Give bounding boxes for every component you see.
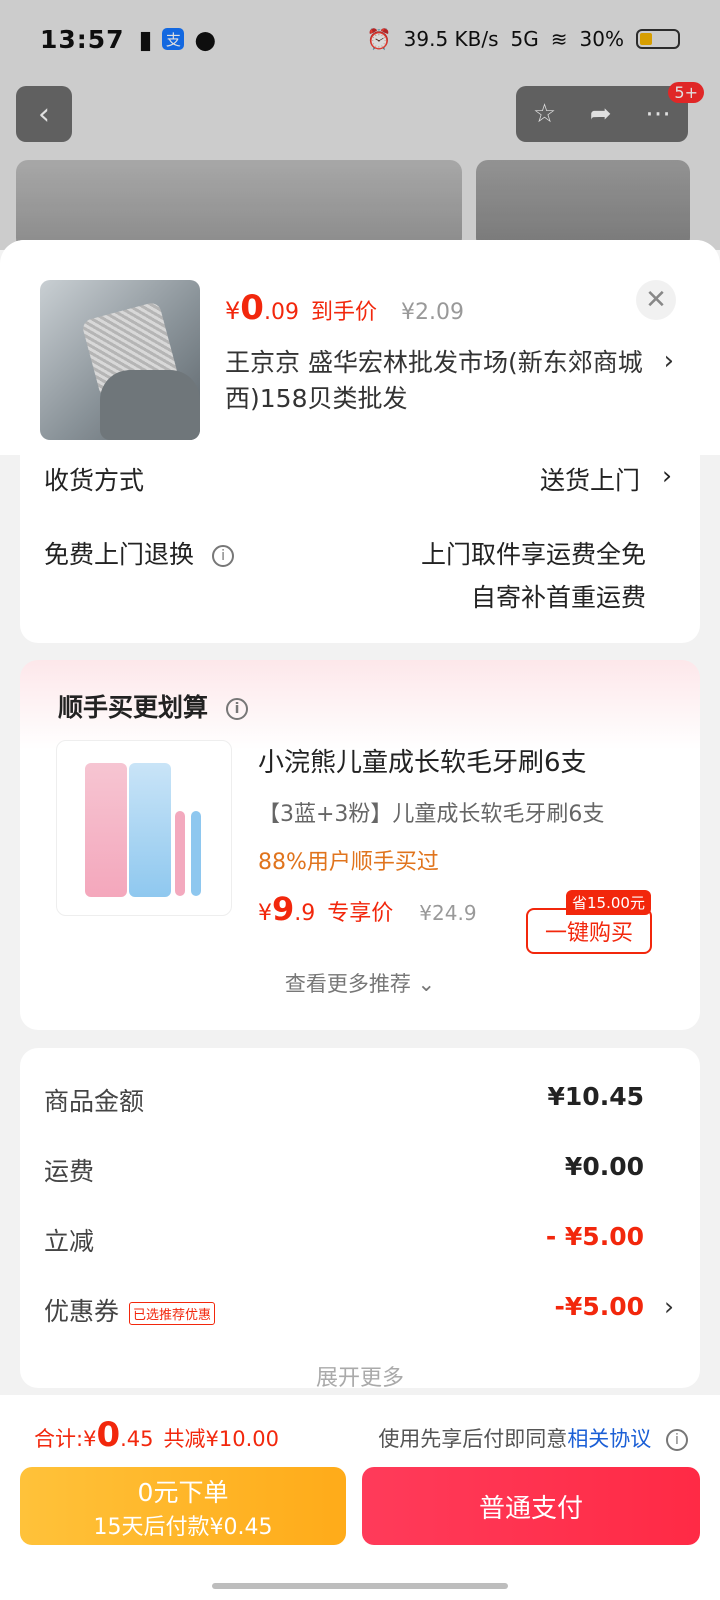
- product-thumbnail: [40, 280, 200, 440]
- normal-pay-button[interactable]: 普通支付: [362, 1467, 700, 1545]
- price-decimal: .09: [263, 300, 299, 325]
- price-summary-card: 商品金额 ¥10.45 运费 ¥0.00 立减 - ¥5.00 优惠券 已选推荐优…: [20, 1048, 700, 1391]
- free-return-label: 免费上门退换: [44, 540, 195, 569]
- shipping-method-value: 送货上门: [539, 466, 640, 495]
- agreement-text: 使用先享后付即同意相关协议 i: [378, 1423, 688, 1453]
- free-return-line2: 自寄补首重运费: [470, 583, 646, 612]
- coupon-row[interactable]: 优惠券 已选推荐优惠 -¥5.00: [44, 1292, 644, 1328]
- freight-value: ¥0.00: [564, 1152, 644, 1181]
- total-price: 合计: ¥ 0 .45 共减¥10.00: [34, 1415, 279, 1455]
- free-return-row: 免费上门退换 i 上门取件享运费全免: [44, 535, 676, 571]
- goods-amount-row: 商品金额 ¥10.45: [44, 1082, 644, 1118]
- price-currency: ¥: [225, 297, 241, 325]
- recommend-price: ¥ 9 .9 专享价 ¥24.9: [258, 890, 477, 928]
- original-price: ¥2.09: [400, 300, 464, 325]
- rec-price-tag: 专享价: [327, 901, 394, 926]
- shipping-method-label: 收货方式: [44, 466, 145, 495]
- home-indicator[interactable]: [212, 1583, 508, 1589]
- thumb-glove: [100, 370, 200, 440]
- recommend-title-text: 顺手买更划算: [58, 693, 209, 722]
- checkout-footer: 合计: ¥ 0 .45 共减¥10.00 使用先享后付即同意相关协议 i 0元下…: [0, 1395, 720, 1600]
- pay-later-sub: 15天后付款¥0.45: [93, 1515, 273, 1540]
- shipping-card: 收货方式 送货上门 › 免费上门退换 i 上门取件享运费全免 自寄补首重运费: [20, 455, 700, 643]
- agreement-link[interactable]: 相关协议: [567, 1427, 651, 1451]
- expand-more-link[interactable]: 展开更多: [20, 1360, 700, 1392]
- product-header: ¥ 0 .09 到手价 ¥2.09 ✕ 王京京 盛华宏林批发市场(新东郊商城西)…: [0, 240, 720, 455]
- total-decimal: .45: [120, 1427, 154, 1451]
- info-icon[interactable]: i: [212, 545, 235, 567]
- info-icon[interactable]: i: [666, 1429, 688, 1451]
- rec-price-currency: ¥: [258, 901, 272, 926]
- toothbrush-pink: [175, 811, 185, 896]
- rec-price-integer: 9: [272, 890, 295, 928]
- recommend-product-desc: 【3蓝+3粉】儿童成长软毛牙刷6支: [258, 802, 605, 827]
- goods-amount-label: 商品金额: [44, 1087, 145, 1116]
- delivery-address[interactable]: 王京京 盛华宏林批发市场(新东郊商城西)158贝类批发: [225, 345, 645, 417]
- recommend-card: 顺手买更划算 i 小浣熊儿童成长软毛牙刷6支 【3蓝+3粉】儿童成长软毛牙刷6支 …: [20, 660, 700, 1030]
- instant-discount-label: 立减: [44, 1227, 95, 1256]
- recommend-buy-rate: 88%用户顺手买过: [258, 850, 439, 875]
- rec-original-price: ¥24.9: [419, 901, 477, 925]
- chevron-right-icon[interactable]: ›: [664, 1292, 674, 1321]
- instant-discount-value: - ¥5.00: [545, 1222, 644, 1251]
- close-button[interactable]: ✕: [636, 280, 676, 320]
- shipping-method-row[interactable]: 收货方式 送货上门 ›: [44, 461, 676, 497]
- toothbrush-blue: [191, 811, 201, 896]
- rec-price-decimal: .9: [294, 901, 316, 926]
- chevron-right-icon[interactable]: ›: [664, 346, 674, 376]
- save-badge: 省15.00元: [566, 890, 651, 915]
- coupon-label: 优惠券: [44, 1297, 120, 1326]
- coupon-value: -¥5.00: [554, 1292, 644, 1321]
- total-currency: ¥: [83, 1427, 97, 1451]
- toothbrush-pack-pink: [85, 763, 127, 897]
- agreement-prefix: 使用先享后付即同意: [378, 1427, 568, 1451]
- product-price: ¥ 0 .09 到手价 ¥2.09: [225, 288, 464, 328]
- info-icon[interactable]: i: [226, 698, 249, 720]
- total-discount: 共减¥10.00: [163, 1427, 280, 1451]
- pay-later-label: 0元下单: [137, 1478, 229, 1507]
- instant-discount-row: 立减 - ¥5.00: [44, 1222, 644, 1258]
- total-label: 合计:: [34, 1427, 84, 1451]
- price-integer: 0: [240, 288, 264, 328]
- freight-row: 运费 ¥0.00: [44, 1152, 644, 1188]
- recommend-product-image[interactable]: [56, 740, 232, 916]
- toothbrush-pack-blue: [129, 763, 171, 897]
- total-integer: 0: [96, 1415, 121, 1455]
- free-return-line1: 上门取件享运费全免: [420, 540, 646, 569]
- price-tag: 到手价: [310, 300, 377, 325]
- coupon-tag: 已选推荐优惠: [129, 1301, 216, 1325]
- overlay-dim[interactable]: [0, 0, 720, 250]
- more-recommend-link[interactable]: 查看更多推荐 ⌄: [20, 968, 700, 998]
- pay-later-button[interactable]: 0元下单 15天后付款¥0.45: [20, 1467, 346, 1545]
- freight-label: 运费: [44, 1157, 95, 1186]
- goods-amount-value: ¥10.45: [547, 1082, 644, 1111]
- chevron-right-icon: ›: [662, 461, 672, 490]
- recommend-title: 顺手买更划算 i: [58, 688, 249, 724]
- recommend-product-name[interactable]: 小浣熊儿童成长软毛牙刷6支: [258, 742, 587, 779]
